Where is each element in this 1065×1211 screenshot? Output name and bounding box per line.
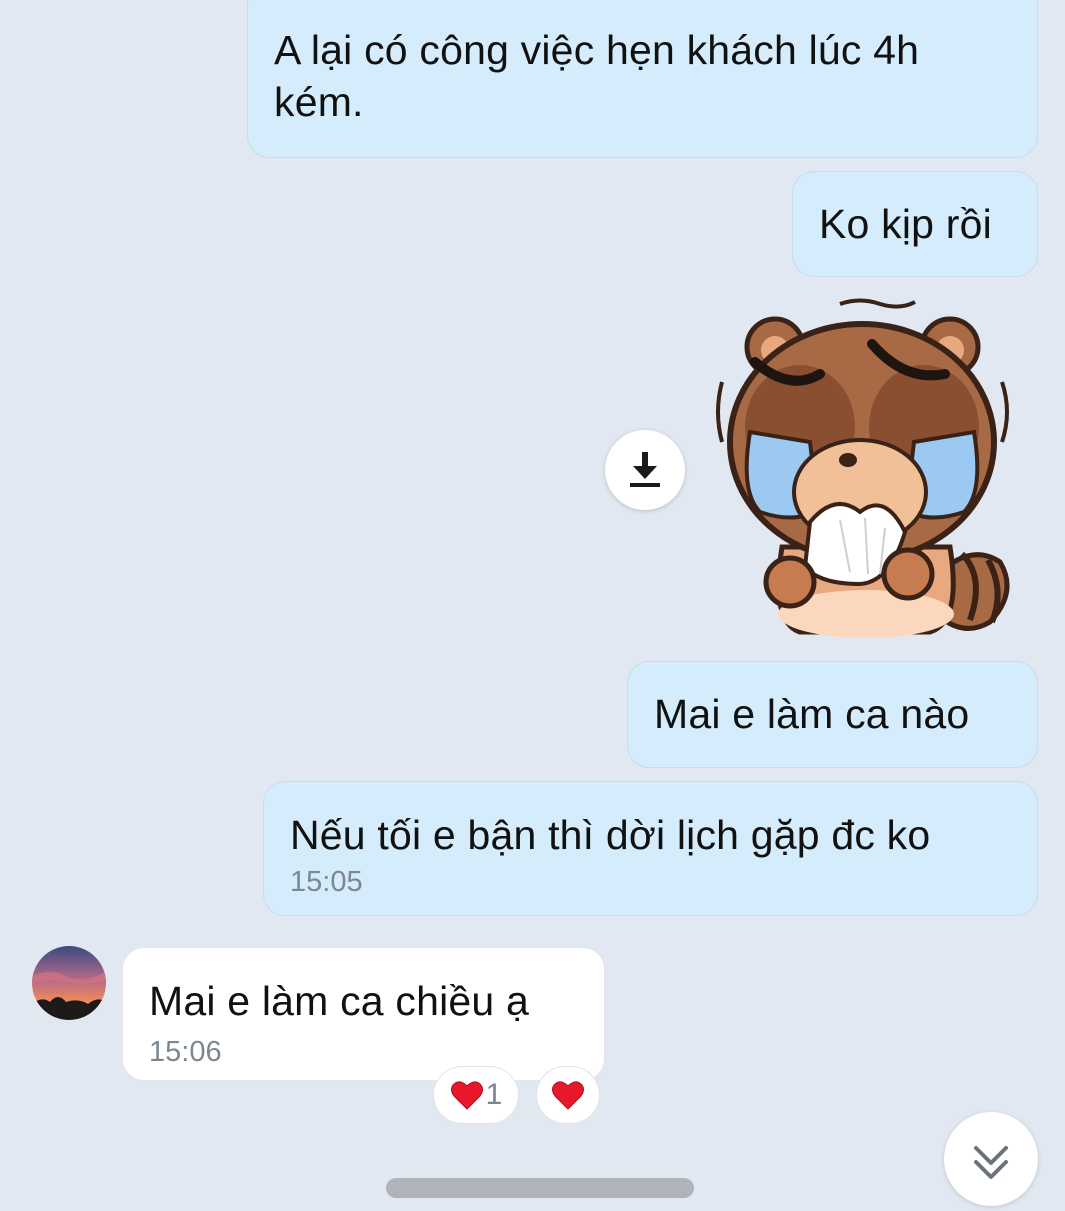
message-bubble-incoming[interactable]: Mai e làm ca chiều ạ 15:06 — [122, 947, 605, 1081]
double-chevron-down-icon — [974, 1146, 1008, 1179]
download-button[interactable] — [605, 430, 685, 510]
sunset-avatar[interactable] — [32, 946, 106, 1020]
message-timestamp: 15:05 — [290, 866, 363, 898]
message-text: A lại có công việc hẹn khách lúc 4h kém. — [274, 27, 920, 125]
heart-icon — [552, 1081, 584, 1110]
react-heart-button[interactable] — [536, 1066, 600, 1124]
reaction-summary[interactable]: 1 — [433, 1066, 519, 1124]
message-bubble-outgoing[interactable]: Ko kịp rồi — [792, 171, 1038, 277]
message-timestamp: 15:06 — [149, 1036, 222, 1068]
message-bubble-outgoing[interactable]: Mai e làm ca nào — [627, 661, 1038, 768]
crying-raccoon-sticker[interactable] — [700, 292, 1030, 642]
reaction-count: 1 — [485, 1078, 503, 1111]
heart-icon — [450, 1081, 483, 1110]
message-bubble-outgoing[interactable]: Nếu tối e bận thì dời lịch gặp đc ko 15:… — [263, 781, 1038, 916]
scroll-to-bottom-button[interactable] — [944, 1112, 1038, 1206]
message-text: Nếu tối e bận thì dời lịch gặp đc ko — [290, 812, 931, 858]
home-indicator — [386, 1178, 694, 1198]
message-text: Ko kịp rồi — [819, 201, 992, 247]
message-text: Mai e làm ca chiều ạ — [149, 978, 530, 1024]
message-text: Mai e làm ca nào — [654, 691, 970, 737]
message-bubble-outgoing[interactable]: A lại có công việc hẹn khách lúc 4h kém. — [247, 0, 1038, 158]
download-icon — [630, 452, 660, 487]
